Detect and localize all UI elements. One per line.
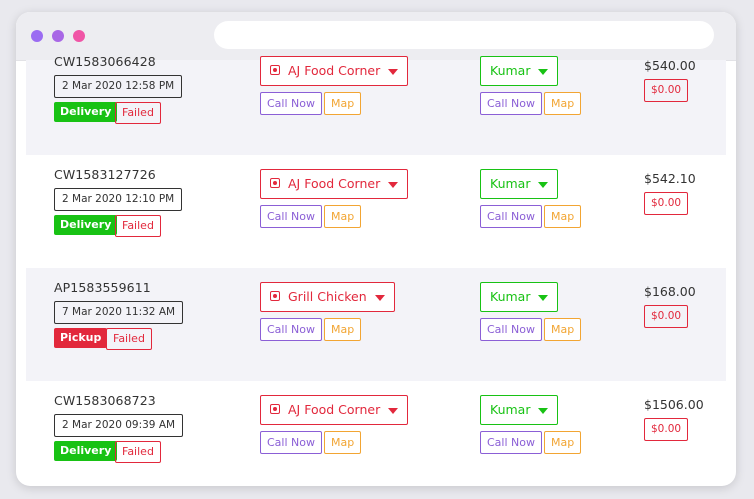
table-row: CW1583068723 2 Mar 2020 09:39 AM Deliver… <box>26 381 726 486</box>
order-amount: $542.10 <box>644 171 696 186</box>
restaurant-icon <box>270 404 280 414</box>
order-status-badge: Failed <box>115 102 161 124</box>
restaurant-call-button[interactable]: Call Now <box>260 431 322 454</box>
order-id: CW1583068723 <box>54 393 156 408</box>
order-tip-badge: $0.00 <box>644 418 689 441</box>
driver-map-button[interactable]: Map <box>544 318 582 341</box>
chevron-down-icon <box>388 407 399 414</box>
driver-map-button[interactable]: Map <box>544 205 582 228</box>
driver-call-button[interactable]: Call Now <box>480 205 542 228</box>
driver-name: Kumar <box>490 402 531 417</box>
restaurant-dropdown[interactable]: Grill Chicken <box>260 282 395 312</box>
restaurant-call-button[interactable]: Call Now <box>260 92 322 115</box>
driver-dropdown[interactable]: Kumar <box>480 395 559 425</box>
chevron-down-icon <box>538 294 549 301</box>
driver-name: Kumar <box>490 289 531 304</box>
order-id: CW1583066428 <box>54 54 156 69</box>
order-time-badge: 2 Mar 2020 12:10 PM <box>54 188 183 211</box>
restaurant-name: Grill Chicken <box>288 289 367 304</box>
order-status-badge: Failed <box>115 441 161 463</box>
order-time-badge: 2 Mar 2020 12:58 PM <box>54 75 183 98</box>
table-row: CW1583127726 2 Mar 2020 12:10 PM Deliver… <box>26 155 726 268</box>
order-amount: $168.00 <box>644 284 696 299</box>
chevron-down-icon <box>374 294 385 301</box>
restaurant-name: AJ Food Corner <box>288 402 381 417</box>
driver-dropdown[interactable]: Kumar <box>480 282 559 312</box>
order-tip-badge: $0.00 <box>644 79 689 102</box>
order-id: CW1583127726 <box>54 167 156 182</box>
driver-map-button[interactable]: Map <box>544 92 582 115</box>
restaurant-call-button[interactable]: Call Now <box>260 318 322 341</box>
restaurant-name: AJ Food Corner <box>288 176 381 191</box>
table-row: CW1583066428 2 Mar 2020 12:58 PM Deliver… <box>26 54 726 155</box>
driver-call-button[interactable]: Call Now <box>480 318 542 341</box>
order-status-badge: Failed <box>115 215 161 237</box>
chevron-down-icon <box>538 407 549 414</box>
orders-list: CW1583066428 2 Mar 2020 12:58 PM Deliver… <box>26 54 726 486</box>
order-type-badge: Delivery <box>54 102 118 122</box>
driver-dropdown[interactable]: Kumar <box>480 56 559 86</box>
order-amount: $1506.00 <box>644 397 704 412</box>
window-close-dot[interactable] <box>31 30 43 42</box>
restaurant-dropdown[interactable]: AJ Food Corner <box>260 56 409 86</box>
driver-dropdown[interactable]: Kumar <box>480 169 559 199</box>
order-type-badge: Delivery <box>54 215 118 235</box>
driver-name: Kumar <box>490 63 531 78</box>
restaurant-icon <box>270 291 280 301</box>
restaurant-map-button[interactable]: Map <box>324 205 362 228</box>
order-id: AP1583559611 <box>54 280 151 295</box>
driver-name: Kumar <box>490 176 531 191</box>
chevron-down-icon <box>538 181 549 188</box>
restaurant-icon <box>270 178 280 188</box>
order-amount: $540.00 <box>644 58 696 73</box>
order-tip-badge: $0.00 <box>644 192 689 215</box>
window-maximize-dot[interactable] <box>73 30 85 42</box>
order-time-badge: 2 Mar 2020 09:39 AM <box>54 414 184 437</box>
restaurant-map-button[interactable]: Map <box>324 318 362 341</box>
order-type-badge: Pickup <box>54 328 108 348</box>
driver-call-button[interactable]: Call Now <box>480 431 542 454</box>
order-type-badge: Delivery <box>54 441 118 461</box>
restaurant-dropdown[interactable]: AJ Food Corner <box>260 169 409 199</box>
window-minimize-dot[interactable] <box>52 30 64 42</box>
order-tip-badge: $0.00 <box>644 305 689 328</box>
table-row: AP1583559611 7 Mar 2020 11:32 AM Pickup … <box>26 268 726 381</box>
restaurant-icon <box>270 65 280 75</box>
driver-call-button[interactable]: Call Now <box>480 92 542 115</box>
order-time-badge: 7 Mar 2020 11:32 AM <box>54 301 184 324</box>
restaurant-name: AJ Food Corner <box>288 63 381 78</box>
chevron-down-icon <box>388 181 399 188</box>
browser-window: CW1583066428 2 Mar 2020 12:58 PM Deliver… <box>16 12 736 486</box>
chevron-down-icon <box>538 68 549 75</box>
driver-map-button[interactable]: Map <box>544 431 582 454</box>
restaurant-call-button[interactable]: Call Now <box>260 205 322 228</box>
restaurant-dropdown[interactable]: AJ Food Corner <box>260 395 409 425</box>
restaurant-map-button[interactable]: Map <box>324 92 362 115</box>
chevron-down-icon <box>388 68 399 75</box>
restaurant-map-button[interactable]: Map <box>324 431 362 454</box>
order-status-badge: Failed <box>106 328 152 350</box>
